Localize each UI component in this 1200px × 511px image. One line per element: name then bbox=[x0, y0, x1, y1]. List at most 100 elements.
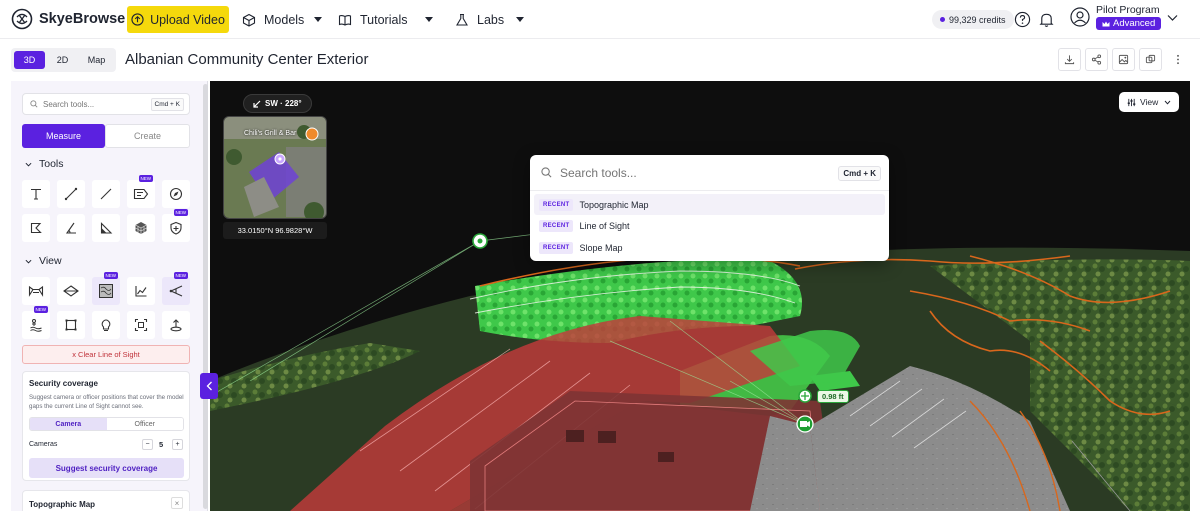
target-marker-icon[interactable] bbox=[798, 389, 812, 403]
crop-tool[interactable] bbox=[57, 311, 85, 339]
profile-menu[interactable]: Pilot Program Advanced bbox=[1070, 4, 1162, 30]
nav-tutorials[interactable]: Tutorials bbox=[338, 0, 434, 39]
camera-marker-icon[interactable] bbox=[796, 415, 814, 433]
slope-tool[interactable] bbox=[92, 214, 120, 242]
annotation-tool[interactable]: NEW bbox=[127, 175, 155, 208]
palette-item-label: Topographic Map bbox=[579, 199, 649, 210]
chevron-down-icon bbox=[25, 259, 32, 263]
compass-tool[interactable] bbox=[162, 180, 190, 208]
palette-search[interactable]: Cmd + K bbox=[530, 155, 889, 191]
topographic-map-card-close-button[interactable]: × bbox=[171, 497, 183, 509]
panel-scrollbar[interactable] bbox=[203, 84, 208, 509]
skyebrowse-logo-icon bbox=[11, 8, 33, 30]
nav-models[interactable]: Models bbox=[242, 0, 323, 39]
search-shortcut: Cmd + K bbox=[150, 98, 184, 111]
tools-panel: Cmd + K Measure Create Tools NEW bbox=[11, 81, 208, 511]
view-mode-map[interactable]: Map bbox=[80, 51, 113, 69]
topographic-map-card-title: Topographic Map bbox=[29, 500, 96, 509]
cross-section-tool[interactable] bbox=[22, 277, 50, 305]
lightbulb-icon bbox=[101, 319, 111, 332]
download-button[interactable] bbox=[1058, 48, 1081, 71]
light-tool[interactable] bbox=[92, 311, 120, 339]
chevron-down-icon bbox=[314, 17, 323, 22]
more-button[interactable] bbox=[1166, 48, 1189, 71]
shield-tool[interactable]: NEW bbox=[162, 209, 190, 242]
topographic-map-icon bbox=[99, 284, 113, 298]
angle-tool[interactable] bbox=[57, 214, 85, 242]
palette-item-line-of-sight[interactable]: RECENT Line of Sight bbox=[534, 215, 885, 236]
nav-labs-label: Labs bbox=[477, 12, 505, 27]
view-section-toggle[interactable]: View bbox=[25, 255, 62, 267]
palette-item-topographic-map[interactable]: RECENT Topographic Map bbox=[534, 194, 885, 215]
profile-name: Pilot Program bbox=[1096, 4, 1160, 16]
direction-arrow-icon bbox=[253, 100, 261, 108]
new-badge: NEW bbox=[173, 209, 188, 216]
tool-command-palette: Cmd + K RECENT Topographic Map RECENT Li… bbox=[530, 155, 889, 261]
area-tool[interactable] bbox=[22, 214, 50, 242]
line-of-sight-tool[interactable]: NEW bbox=[162, 272, 190, 305]
point-cloud-scene[interactable] bbox=[210, 81, 1190, 511]
text-icon bbox=[31, 188, 41, 200]
minimap[interactable]: Chili's Grill & Bar bbox=[223, 116, 327, 219]
palette-item-label: Line of Sight bbox=[579, 220, 630, 231]
distance-tool[interactable] bbox=[57, 180, 85, 208]
palette-search-input[interactable] bbox=[560, 165, 820, 180]
recent-tag: RECENT bbox=[539, 241, 574, 254]
tools-section-toggle[interactable]: Tools bbox=[25, 158, 64, 170]
tab-create[interactable]: Create bbox=[105, 124, 190, 148]
chevron-down-icon bbox=[516, 17, 525, 22]
suggest-security-coverage-button[interactable]: Suggest security coverage bbox=[29, 458, 184, 478]
cameras-decrement-button[interactable]: − bbox=[142, 439, 153, 450]
ground-point-tool[interactable] bbox=[162, 311, 190, 339]
tool-search-input[interactable] bbox=[43, 99, 143, 109]
cameras-count: 5 bbox=[159, 440, 164, 449]
3d-viewport[interactable]: SW · 228° Chili's Grill & Bar 33.0150°N … bbox=[210, 81, 1190, 511]
brand-name: SkyeBrowse bbox=[39, 11, 126, 27]
plan-badge-label: Advanced bbox=[1113, 18, 1156, 29]
recent-tag: RECENT bbox=[539, 198, 574, 211]
collapse-panel-button[interactable] bbox=[200, 373, 218, 399]
volume-tool[interactable] bbox=[127, 214, 155, 242]
person-flood-icon bbox=[30, 319, 42, 332]
share-icon bbox=[1091, 54, 1102, 65]
palette-item-label: Slope Map bbox=[579, 242, 623, 253]
cameras-label: Cameras bbox=[29, 441, 58, 448]
layers-button[interactable] bbox=[1139, 48, 1162, 71]
line-tool[interactable] bbox=[92, 180, 120, 208]
clear-line-of-sight-button[interactable]: x Clear Line of Sight bbox=[22, 345, 190, 364]
chevron-down-icon bbox=[25, 162, 32, 166]
bell-icon[interactable] bbox=[1038, 11, 1055, 28]
minimap-place-label: Chili's Grill & Bar bbox=[244, 130, 297, 137]
image-icon bbox=[1118, 54, 1129, 65]
brand[interactable]: SkyeBrowse bbox=[11, 8, 125, 30]
view-mode-2d[interactable]: 2D bbox=[45, 51, 80, 69]
user-avatar-icon bbox=[1070, 7, 1090, 27]
tab-measure[interactable]: Measure bbox=[22, 124, 105, 148]
cameras-increment-button[interactable]: + bbox=[172, 439, 183, 450]
upload-video-button[interactable]: Upload Video bbox=[127, 6, 229, 33]
measure-create-tabs: Measure Create bbox=[22, 124, 190, 148]
nav-models-label: Models bbox=[264, 12, 305, 27]
focus-tool[interactable] bbox=[127, 311, 155, 339]
focus-frame-icon bbox=[134, 318, 148, 332]
plane-tool[interactable] bbox=[57, 277, 85, 305]
mode-camera[interactable]: Camera bbox=[30, 418, 107, 430]
credits-badge[interactable]: 99,329 credits bbox=[932, 10, 1014, 29]
image-button[interactable] bbox=[1112, 48, 1135, 71]
elevation-profile-tool[interactable] bbox=[127, 277, 155, 305]
compass-heading[interactable]: SW · 228° bbox=[243, 94, 312, 113]
flask-icon bbox=[456, 13, 468, 26]
flood-tool[interactable]: NEW bbox=[22, 306, 50, 339]
view-mode-3d[interactable]: 3D bbox=[14, 51, 45, 69]
tool-search[interactable]: Cmd + K bbox=[22, 93, 190, 115]
nav-labs[interactable]: Labs bbox=[455, 0, 525, 39]
chevron-down-icon[interactable] bbox=[1167, 14, 1178, 22]
observer-marker-icon[interactable] bbox=[472, 233, 488, 249]
mode-officer[interactable]: Officer bbox=[106, 418, 183, 430]
share-button[interactable] bbox=[1085, 48, 1108, 71]
palette-item-slope-map[interactable]: RECENT Slope Map bbox=[534, 237, 885, 258]
help-icon[interactable] bbox=[1014, 11, 1031, 28]
view-options-button[interactable]: View bbox=[1119, 92, 1180, 112]
text-tool[interactable] bbox=[22, 180, 50, 208]
topographic-tool[interactable]: NEW bbox=[92, 272, 120, 305]
